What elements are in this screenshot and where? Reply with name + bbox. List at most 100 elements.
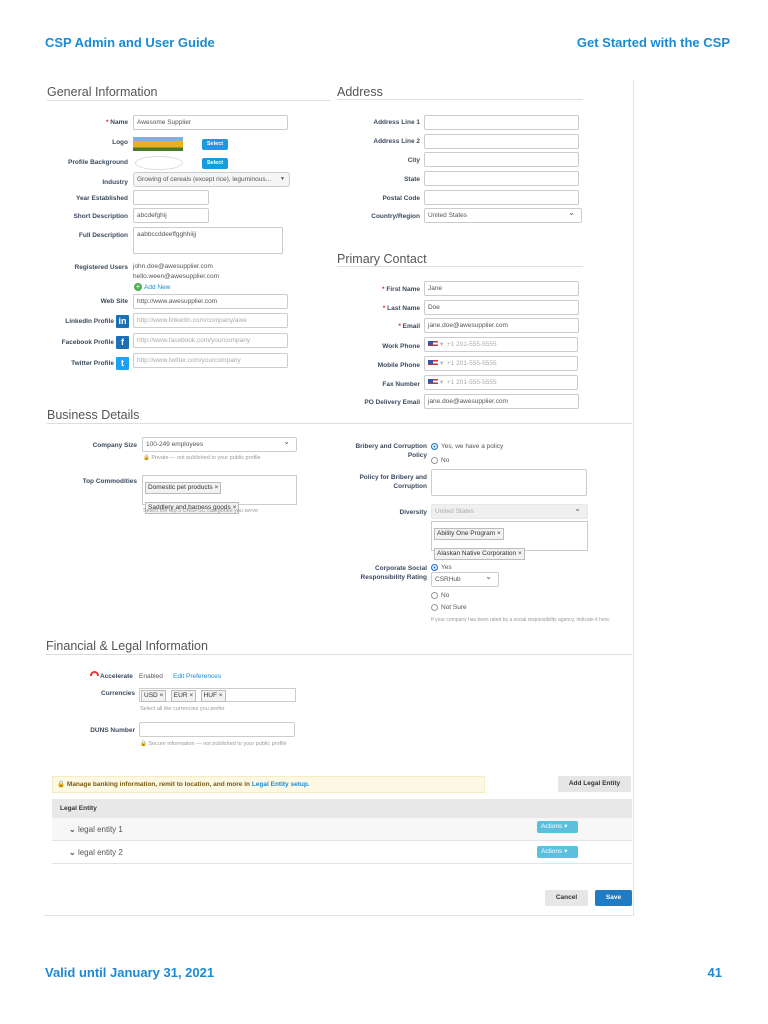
profile-background-label: Profile Background: [68, 159, 128, 166]
registered-users-label: Registered Users: [74, 264, 128, 271]
country-select[interactable]: United States: [424, 208, 582, 223]
table-row[interactable]: ⌄ legal entity 2 Actions ▾: [52, 841, 632, 864]
first-name-label: * First Name: [382, 286, 420, 293]
remove-icon[interactable]: ×: [214, 484, 218, 491]
diversity-label: Diversity: [399, 509, 427, 516]
add-new-link[interactable]: Add New: [144, 283, 170, 292]
add-legal-entity-button[interactable]: Add Legal Entity: [558, 776, 631, 792]
us-flag-icon: [428, 341, 438, 348]
currency-tag: EUR ×: [170, 690, 197, 702]
remove-icon[interactable]: ×: [497, 530, 501, 537]
logo-label: Logo: [112, 139, 128, 146]
linkedin-icon: in: [116, 315, 129, 328]
csr-not-sure-radio[interactable]: Not Sure: [431, 603, 467, 612]
postal-code-input[interactable]: [424, 190, 579, 205]
last-name-input[interactable]: Doe: [424, 300, 579, 315]
last-name-label: * Last Name: [382, 305, 420, 312]
chevron-down-icon[interactable]: ⌄: [69, 825, 76, 834]
csr-label: Corporate Social Responsibility Rating: [360, 565, 427, 581]
lock-icon: 🔒: [140, 741, 147, 747]
actions-button[interactable]: Actions ▾: [537, 846, 578, 858]
currency-tag: USD ×: [141, 690, 167, 702]
twitter-icon: t: [116, 357, 129, 370]
remove-icon[interactable]: ×: [160, 692, 164, 699]
csr-yes-radio[interactable]: Yes: [431, 563, 452, 572]
fax-input[interactable]: ▾ +1 201-555-5555: [424, 375, 578, 390]
csr-rating-select[interactable]: CSRHub: [431, 572, 499, 587]
policy-label: Policy for Bribery and Corruption: [359, 474, 427, 490]
remove-icon[interactable]: ×: [219, 692, 223, 699]
duns-input[interactable]: [139, 722, 295, 737]
commodities-tag-input[interactable]: Domestic pet products × Saddlery and har…: [142, 475, 297, 514]
accelerate-gauge-icon: [90, 671, 99, 676]
entity-name: ⌄ legal entity 1: [69, 825, 123, 834]
short-description-input[interactable]: abcdefghij: [133, 208, 209, 223]
chevron-down-icon[interactable]: ⌄: [69, 848, 76, 857]
website-input[interactable]: http://www.awesupplier.com: [133, 294, 288, 309]
save-button[interactable]: Save: [595, 890, 632, 906]
state-input[interactable]: [424, 171, 579, 186]
logo-select-button[interactable]: Select: [202, 139, 228, 150]
full-description-textarea[interactable]: aabbccddeeffgghhiijj: [133, 227, 283, 254]
name-input[interactable]: Awesome Supplier: [133, 115, 288, 130]
commodities-note: Select the top 5 UNSPSC categories you s…: [143, 508, 258, 514]
facebook-label: Facebook Profile: [61, 339, 114, 346]
divider: [47, 423, 632, 424]
table-row[interactable]: ⌄ legal entity 1 Actions ▾: [52, 818, 632, 841]
legal-entity-banner: 🔒 Manage banking information, remit to l…: [52, 776, 485, 793]
facebook-input[interactable]: http://www.facebook.com/yourcompany: [133, 333, 288, 348]
legal-entity-setup-link[interactable]: Legal Entity setup.: [252, 781, 310, 788]
lock-icon: 🔒: [57, 781, 66, 788]
csr-note: If your company has been rated by a soci…: [431, 617, 611, 623]
linkedin-input[interactable]: http://www.linkedin.com/company/awe: [133, 313, 288, 328]
fax-label: Fax Number: [382, 381, 420, 388]
linkedin-label: LinkedIn Profile: [65, 318, 114, 325]
bribery-yes-radio[interactable]: Yes, we have a policy: [431, 442, 503, 451]
remove-icon[interactable]: ×: [189, 692, 193, 699]
twitter-input[interactable]: http://www.twitter.com/yourcompany: [133, 353, 288, 368]
po-email-input[interactable]: jane.doe@awesupplier.com: [424, 394, 579, 409]
lock-icon: 🔒: [143, 455, 150, 461]
state-label: State: [404, 176, 420, 183]
currencies-note: Select all the currencies you prefer: [140, 706, 225, 712]
dropdown-arrow-icon: ▼: [280, 176, 285, 182]
name-label: * Name: [105, 119, 128, 126]
remove-icon[interactable]: ×: [518, 550, 522, 557]
twitter-label: Twitter Profile: [71, 360, 114, 367]
policy-textarea[interactable]: [431, 469, 587, 496]
registered-user: john.doe@awesupplier.com: [133, 263, 213, 270]
duns-label: DUNS Number: [90, 727, 135, 734]
accelerate-status: Enabled: [139, 673, 163, 680]
diversity-tag-input[interactable]: Ability One Program × Alaskan Native Cor…: [431, 521, 588, 560]
csr-no-radio[interactable]: No: [431, 591, 449, 600]
edit-preferences-link[interactable]: Edit Preferences: [173, 672, 221, 681]
accelerate-label: Accelerate: [100, 673, 133, 680]
company-size-select[interactable]: 100-249 employees: [142, 437, 297, 452]
address-line2-input[interactable]: [424, 134, 579, 149]
diversity-select[interactable]: United States: [431, 504, 588, 519]
bribery-policy-label: Bribery and Corruption Policy: [355, 443, 427, 459]
industry-select[interactable]: Growing of cereals (except rice), legumi…: [133, 172, 290, 187]
add-icon: +: [134, 282, 142, 291]
work-phone-input[interactable]: ▾ +1 201-555-5555: [424, 337, 578, 352]
full-description-label: Full Description: [78, 232, 128, 239]
bribery-no-radio[interactable]: No: [431, 456, 449, 465]
address-line1-input[interactable]: [424, 115, 579, 130]
entity-name: ⌄ legal entity 2: [69, 848, 123, 857]
currencies-tag-input[interactable]: USD × EUR × HUF ×: [139, 688, 296, 702]
background-select-button[interactable]: Select: [202, 158, 228, 169]
website-label: Web Site: [100, 298, 128, 305]
city-input[interactable]: [424, 152, 579, 167]
actions-button[interactable]: Actions ▾: [537, 821, 578, 833]
registered-user: hello.ween@awesupplier.com: [133, 273, 220, 280]
po-email-label: PO Delivery Email: [364, 399, 420, 406]
mobile-phone-input[interactable]: ▾ +1 201-555-5555: [424, 356, 578, 371]
logo-image: [133, 137, 183, 151]
email-input[interactable]: jane.doe@awesupplier.com: [424, 318, 579, 333]
cancel-button[interactable]: Cancel: [545, 890, 588, 906]
profile-background-placeholder-icon: [135, 156, 183, 170]
year-input[interactable]: [133, 190, 209, 205]
currencies-label: Currencies: [101, 690, 135, 697]
financial-heading: Financial & Legal Information: [46, 639, 208, 653]
first-name-input[interactable]: Jane: [424, 281, 579, 296]
